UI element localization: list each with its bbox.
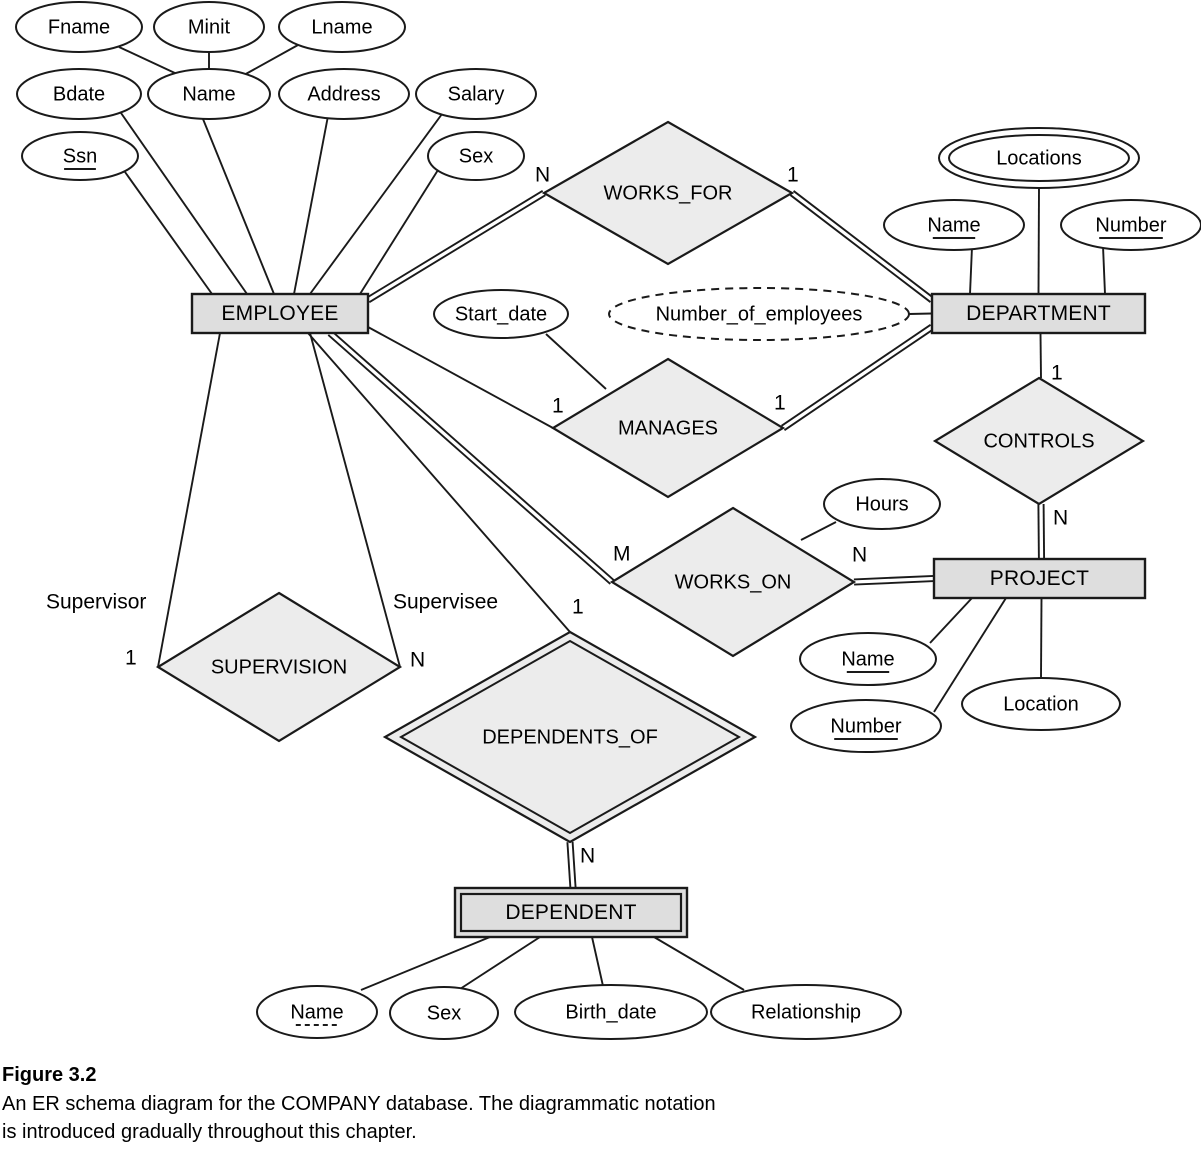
attr-link-prj-location — [1040, 597, 1043, 679]
attribute-label: Sex — [459, 145, 493, 167]
cardinality-ct-n: N — [1053, 507, 1068, 530]
cardinality-mg-1l: 1 — [552, 395, 564, 418]
attribute-label: Fname — [48, 16, 110, 38]
relationship-label: DEPENDENTS_OF — [482, 726, 658, 748]
attribute-label: Sex — [427, 1002, 461, 1024]
cardinality-mg-1r: 1 — [774, 392, 786, 415]
attribute-label: Bdate — [53, 83, 105, 105]
attr-link-dep-name — [969, 246, 973, 295]
attribute-label: Hours — [855, 493, 908, 515]
relationship-label: MANAGES — [618, 417, 718, 439]
edge-employee-manages — [367, 326, 554, 429]
attribute-label: Salary — [448, 83, 505, 105]
entity-label: EMPLOYEE — [221, 302, 338, 325]
attribute-label: Birth_date — [565, 1001, 656, 1023]
attribute-label: Start_date — [455, 303, 547, 325]
cardinality-wf-1: 1 — [787, 164, 799, 187]
attr-link-num-employees — [908, 312, 933, 315]
relationship-label: CONTROLS — [983, 430, 1094, 452]
figure-caption-line-2: is introduced gradually throughout this … — [2, 1121, 417, 1143]
attribute-label: Name — [182, 83, 235, 105]
edge-employee-works-for — [368, 194, 546, 304]
edge-dependents-of-dependent — [566, 842, 572, 889]
attribute-label: Relationship — [751, 1001, 861, 1023]
edge-manages-department — [783, 328, 934, 431]
edge-department-controls — [1039, 332, 1042, 379]
attribute-label: Ssn — [63, 145, 97, 167]
entity-label: DEPENDENT — [505, 901, 636, 924]
edge-employee-supervisee — [309, 332, 401, 668]
cardinality-ct-1: 1 — [1051, 362, 1063, 385]
cardinality-wf-n: N — [535, 164, 550, 187]
figure-number: Figure 3.2 — [2, 1064, 97, 1086]
er-schema-diagram: EMPLOYEE DEPARTMENT PROJECT DEPENDENT WORKS_… — [15, 1, 1201, 1040]
attr-link-dpt-birth — [591, 936, 604, 987]
attr-link-start-date — [545, 333, 607, 390]
figure-caption-line-1: An ER schema diagram for the COMPANY dat… — [2, 1093, 716, 1115]
relationship-label: SUPERVISION — [211, 656, 347, 678]
attr-link-sex — [359, 169, 439, 295]
cardinality-sv-1: 1 — [125, 647, 137, 670]
attr-link-bdate — [120, 112, 248, 295]
attribute-label: Lname — [311, 16, 372, 38]
edge-dependents-of-dependent — [571, 841, 577, 888]
attribute-label: Number — [830, 715, 901, 737]
edge-works-on-project — [854, 580, 935, 586]
attribute-label: Address — [307, 83, 380, 105]
edge-manages-department — [781, 324, 932, 427]
edge-controls-project — [1042, 503, 1046, 559]
edge-employee-works-for — [366, 189, 544, 299]
attr-link-lname — [243, 44, 299, 76]
attr-link-locations — [1037, 187, 1040, 295]
edge-works-on-project — [853, 574, 934, 581]
cardinality-wo-m: M — [613, 543, 631, 566]
attribute-label: Location — [1003, 693, 1079, 715]
edge-employee-supervisor — [157, 332, 221, 668]
attribute-label: Name — [841, 648, 894, 670]
cardinality-do-1: 1 — [572, 596, 584, 619]
attribute-label: Locations — [996, 147, 1082, 169]
cardinality-wo-n: N — [852, 544, 867, 567]
er-diagram-page: EMPLOYEE DEPARTMENT PROJECT DEPENDENT WORKS_… — [0, 0, 1201, 1158]
attribute-label: Number — [1095, 214, 1166, 236]
relationship-label: WORKS_ON — [675, 571, 792, 593]
relationship-label: WORKS_FOR — [604, 182, 733, 204]
edge-employee-works-on — [331, 330, 615, 581]
attribute-label: Name — [290, 1001, 343, 1023]
entity-label: DEPARTMENT — [966, 302, 1111, 325]
attribute-label: Minit — [188, 16, 231, 38]
attr-link-address — [293, 115, 329, 295]
figure-caption: Figure 3.2 An ER schema diagram for the … — [0, 1062, 1201, 1146]
edge-employee-dependents-of — [307, 332, 571, 633]
attr-link-ssn — [124, 171, 213, 295]
cardinality-sv-n: N — [410, 649, 425, 672]
attribute-label: Name — [927, 214, 980, 236]
attr-link-name — [202, 118, 275, 295]
role-supervisor: Supervisor — [46, 591, 146, 614]
role-supervisee: Supervisee — [393, 591, 498, 614]
attr-link-dpt-relationship — [653, 936, 745, 991]
attr-link-hours — [800, 521, 837, 541]
edge-employee-works-on — [327, 334, 611, 585]
attr-link-prj-name — [929, 597, 973, 644]
edge-controls-project — [1037, 504, 1040, 560]
attr-link-fname — [118, 46, 178, 75]
attribute-label: Number_of_employees — [656, 303, 863, 325]
attr-link-dep-number — [1102, 245, 1106, 295]
entity-label: PROJECT — [990, 567, 1089, 590]
cardinality-do-n: N — [580, 845, 595, 868]
